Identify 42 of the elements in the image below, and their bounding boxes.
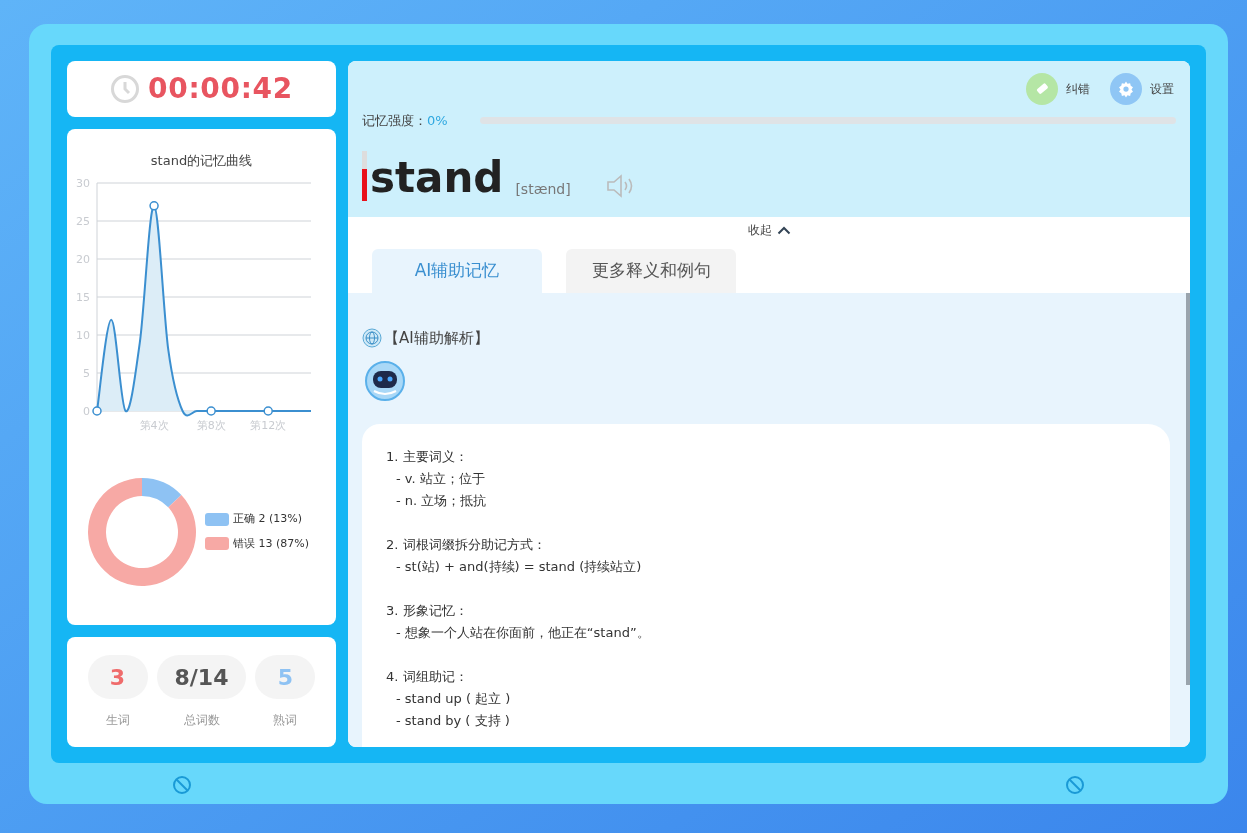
- stat-label: 生词: [105, 712, 130, 729]
- ban-icon: [172, 775, 192, 795]
- collapse-button[interactable]: 收起: [747, 221, 791, 239]
- tab[interactable]: 更多释义和例句: [566, 249, 736, 293]
- toolbar-button[interactable]: 纠错: [1026, 73, 1090, 105]
- data-point: [262, 405, 273, 416]
- data-point: [148, 200, 159, 211]
- section-line: - v. 站立；位于: [395, 469, 486, 488]
- chevron-up-icon: [776, 225, 791, 235]
- robot-icon: [364, 359, 406, 402]
- stat-label: 熟词: [273, 712, 298, 729]
- section-title: 1. 主要词义：: [386, 447, 469, 466]
- stat-label: 总词数: [183, 712, 220, 729]
- timer-text: 00:00:42: [148, 71, 293, 107]
- section-line: - n. 立场；抵抗: [395, 491, 488, 510]
- legend-label: 错误 13 (87%): [233, 535, 310, 552]
- section-line: - stand up ( 起立 ): [395, 689, 512, 708]
- section-line: - 想象一个人站在你面前，他正在“stand”。: [395, 623, 651, 642]
- section-line: - st(站) + and(持续) = stand (持续站立): [395, 557, 643, 576]
- globe-icon: [362, 328, 382, 349]
- legend-label: 正确 2 (13%): [233, 511, 303, 527]
- ban-icon: [1065, 775, 1085, 795]
- phonetic-text: [stænd]: [515, 179, 571, 199]
- stat-value: 5: [255, 655, 316, 699]
- analysis-heading: 【AI辅助解析】: [384, 328, 489, 349]
- memory-strength-label: 记忆强度：0%: [362, 112, 448, 130]
- word-marker: [362, 150, 367, 201]
- section-title: 3. 形象记忆：: [386, 601, 469, 620]
- settings-icon: [1110, 73, 1142, 105]
- word-title: stand: [370, 154, 504, 201]
- eraser-icon: [1026, 73, 1058, 105]
- stat-value: 8/14: [156, 655, 247, 699]
- chart-title: stand的记忆曲线: [150, 152, 253, 170]
- scrollbar[interactable]: [1186, 293, 1190, 685]
- stat-value: 3: [87, 655, 148, 699]
- data-point: [91, 405, 102, 416]
- data-point: [205, 405, 216, 416]
- clock-icon: [110, 74, 141, 104]
- section-line: - stand by ( 支持 ): [395, 711, 511, 730]
- toolbar-button[interactable]: 设置: [1110, 73, 1174, 105]
- section-title: 4. 词组助记：: [386, 667, 469, 686]
- section-title: 2. 词根词缀拆分助记方式：: [386, 535, 547, 554]
